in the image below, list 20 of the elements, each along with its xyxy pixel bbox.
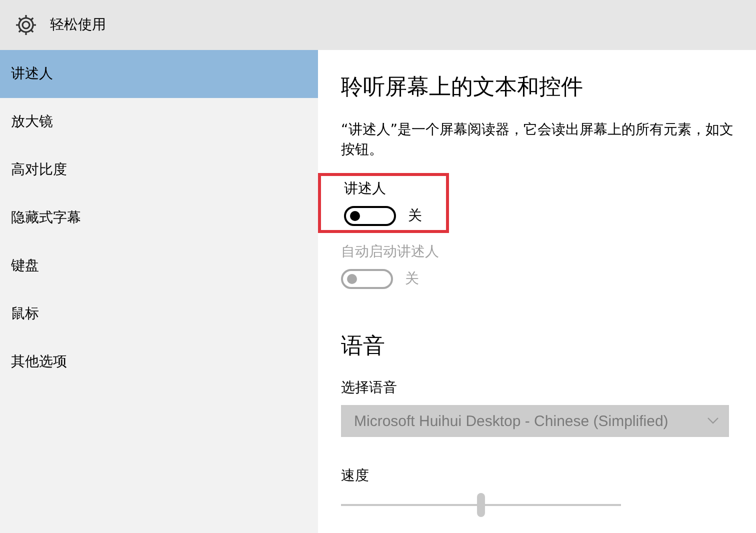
- sidebar-item[interactable]: 鼠标: [0, 290, 318, 338]
- field-label: 选择语音: [341, 380, 397, 396]
- section-heading: 聆听屏幕上的文本和控件: [341, 74, 583, 102]
- sidebar-item[interactable]: 放大镜: [0, 98, 318, 146]
- sidebar-item[interactable]: 键盘: [0, 242, 318, 290]
- window-title: 轻松使用: [50, 16, 106, 34]
- toggle-label: 自动启动讲述人: [341, 243, 439, 261]
- sidebar-item[interactable]: 讲述人: [0, 50, 318, 98]
- toggle-switch[interactable]: [344, 206, 396, 226]
- sidebar-item[interactable]: 隐藏式字幕: [0, 194, 318, 242]
- toggle-state-text: 关: [408, 207, 422, 225]
- toggle-state-text: 关: [405, 270, 419, 288]
- sidebar-item[interactable]: 高对比度: [0, 146, 318, 194]
- sidebar-item[interactable]: 其他选项: [0, 338, 318, 386]
- settings-icon: [14, 13, 38, 37]
- field-label: 速度: [341, 468, 369, 484]
- description-text: “讲述人”是一个屏幕阅读器，它会读出屏幕上的所有元素，如文 按钮。: [341, 121, 734, 160]
- toggle-label: 讲述人: [344, 180, 387, 198]
- section-heading: 语音: [341, 333, 385, 361]
- chevron-down-icon: [707, 417, 719, 425]
